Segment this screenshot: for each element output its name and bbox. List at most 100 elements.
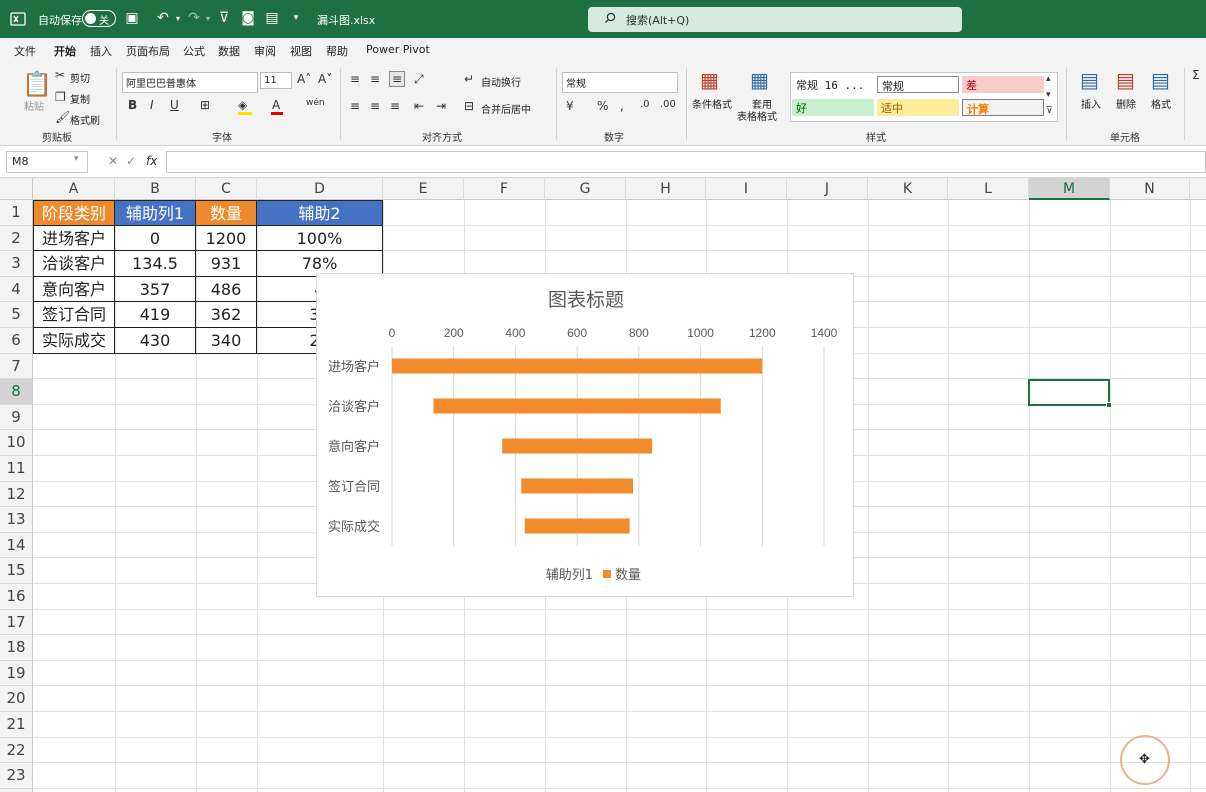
table-format-icon[interactable]: ▦: [750, 68, 769, 92]
borders-icon[interactable]: ⊞: [200, 98, 210, 112]
phonetic-icon[interactable]: wén: [306, 98, 325, 108]
cell-b4[interactable]: 357: [115, 276, 196, 303]
increase-decimal-icon[interactable]: .0: [640, 99, 650, 110]
cancel-icon[interactable]: ✕: [108, 154, 118, 168]
tab-insert[interactable]: 插入: [90, 43, 112, 59]
decrease-decimal-icon[interactable]: .00: [660, 99, 676, 110]
fill-handle[interactable]: [1106, 402, 1112, 408]
row-header-8[interactable]: 8: [0, 379, 32, 405]
bold-icon[interactable]: B: [128, 98, 137, 112]
insert-cells-label[interactable]: 插入: [1081, 96, 1101, 111]
cell-a4[interactable]: 意向客户: [33, 276, 115, 303]
save-icon[interactable]: ▣: [124, 10, 140, 27]
column-header-b[interactable]: B: [115, 178, 196, 200]
cell-b5[interactable]: 419: [115, 302, 196, 328]
conditional-format-label[interactable]: 条件格式: [692, 96, 732, 111]
cell-c5[interactable]: 362: [196, 302, 257, 328]
wrap-text-icon[interactable]: ↵: [464, 72, 474, 86]
row-header-10[interactable]: 10: [0, 430, 32, 456]
delete-cells-label[interactable]: 删除: [1116, 96, 1136, 111]
funnel-chart[interactable]: 图表标题 0 200 400 600 800 1000 1200 1400 进场客户 洽谈客户 意向客…: [316, 273, 854, 597]
column-header-c[interactable]: C: [196, 178, 257, 200]
style-normal-16[interactable]: 常规 16 ...: [792, 76, 874, 93]
form-icon[interactable]: ▤: [264, 10, 280, 27]
paste-icon[interactable]: 📋: [22, 70, 52, 98]
row-header-1[interactable]: 1: [0, 200, 32, 226]
enter-icon[interactable]: ✓: [126, 154, 136, 168]
insert-function-icon[interactable]: fx: [146, 154, 157, 168]
column-header-e[interactable]: E: [383, 178, 464, 200]
cell-b3[interactable]: 134.5: [115, 251, 196, 277]
redo-dropdown-icon[interactable]: ▾: [200, 10, 216, 27]
row-header-18[interactable]: 18: [0, 635, 32, 661]
format-cells-icon[interactable]: ▤: [1151, 68, 1170, 92]
row-header-15[interactable]: 15: [0, 558, 32, 584]
row-header-4[interactable]: 4: [0, 277, 32, 303]
column-header-m[interactable]: M: [1029, 178, 1110, 200]
tab-formulas[interactable]: 公式: [183, 43, 205, 59]
cell-b2[interactable]: 0: [115, 225, 196, 252]
undo-dropdown-icon[interactable]: ▾: [170, 10, 186, 27]
tab-review[interactable]: 审阅: [254, 43, 276, 59]
row-header-16[interactable]: 16: [0, 584, 32, 610]
cell-c3[interactable]: 931: [196, 251, 257, 277]
cell-a5[interactable]: 签订合同: [33, 302, 115, 328]
style-calculation[interactable]: 计算: [962, 99, 1044, 116]
row-header-14[interactable]: 14: [0, 533, 32, 559]
orientation-icon[interactable]: ⤢: [414, 72, 424, 87]
row-header-11[interactable]: 11: [0, 456, 32, 482]
format-cells-label[interactable]: 格式: [1151, 96, 1171, 111]
customize-toolbar-icon[interactable]: ▾: [288, 10, 304, 27]
paste-label[interactable]: 粘贴: [24, 98, 44, 113]
font-color-icon[interactable]: A: [272, 98, 280, 112]
cell-b6[interactable]: 430: [115, 328, 196, 354]
style-good[interactable]: 好: [792, 99, 874, 116]
name-box-dropdown-icon[interactable]: ▾: [74, 154, 79, 164]
column-header-f[interactable]: F: [464, 178, 545, 200]
number-format-dropdown[interactable]: 常规: [562, 72, 678, 93]
tab-help[interactable]: 帮助: [326, 43, 348, 59]
row-header-2[interactable]: 2: [0, 226, 32, 252]
row-header-17[interactable]: 17: [0, 610, 32, 636]
cell-c4[interactable]: 486: [196, 276, 257, 303]
row-header-19[interactable]: 19: [0, 661, 32, 687]
row-header-9[interactable]: 9: [0, 405, 32, 431]
align-center-icon[interactable]: ≡: [370, 99, 380, 113]
tab-view[interactable]: 视图: [290, 43, 312, 59]
row-header-5[interactable]: 5: [0, 302, 32, 328]
tab-home[interactable]: 开始: [54, 43, 76, 64]
cell-d2[interactable]: 100%: [257, 225, 383, 252]
row-header-21[interactable]: 21: [0, 712, 32, 738]
tab-data[interactable]: 数据: [218, 43, 240, 59]
column-header-j[interactable]: J: [787, 178, 868, 200]
merge-center-icon[interactable]: ⊟: [464, 99, 474, 113]
column-header-k[interactable]: K: [868, 178, 948, 200]
search-box[interactable]: 搜索(Alt+Q): [588, 7, 962, 32]
column-header-n[interactable]: N: [1110, 178, 1190, 200]
cell-a3[interactable]: 洽谈客户: [33, 251, 115, 277]
cell-c1[interactable]: 数量: [196, 200, 257, 226]
cell-c2[interactable]: 1200: [196, 225, 257, 252]
tab-file[interactable]: 文件: [14, 43, 36, 59]
wrap-text-label[interactable]: 自动换行: [481, 74, 521, 89]
conditional-format-icon[interactable]: ▦: [700, 68, 719, 92]
cell-d1[interactable]: 辅助2: [257, 200, 383, 226]
row-header-12[interactable]: 12: [0, 482, 32, 508]
format-painter-icon[interactable]: 🖌: [55, 110, 70, 124]
align-top-icon[interactable]: ≡: [350, 72, 360, 86]
currency-icon[interactable]: ¥: [566, 99, 574, 113]
copy-icon[interactable]: ❐: [55, 90, 66, 104]
format-painter-label[interactable]: 格式刷: [70, 112, 100, 127]
row-header-23[interactable]: 23: [0, 763, 32, 789]
autosave-toggle[interactable]: 关: [82, 10, 116, 27]
align-right-icon[interactable]: ≡: [390, 99, 400, 113]
row-header-6[interactable]: 6: [0, 328, 32, 354]
copy-label[interactable]: 复制: [70, 91, 90, 106]
column-header-g[interactable]: G: [545, 178, 626, 200]
percent-icon[interactable]: %: [597, 99, 608, 113]
cell-b1[interactable]: 辅助列1: [115, 200, 196, 226]
column-header-h[interactable]: H: [626, 178, 706, 200]
active-cell-m8[interactable]: [1028, 379, 1110, 406]
filter-icon[interactable]: ⊽: [216, 10, 232, 27]
cell-a6[interactable]: 实际成交: [33, 328, 115, 354]
